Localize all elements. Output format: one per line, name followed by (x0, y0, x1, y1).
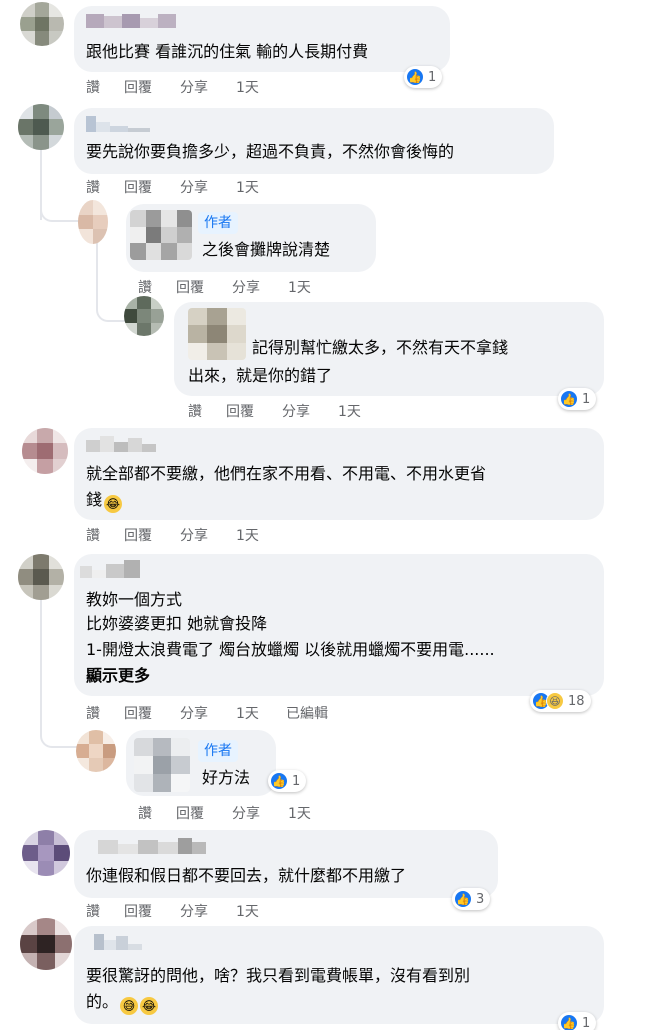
comment-text: 錢 😂 (86, 490, 123, 513)
share-action[interactable]: 分享 (180, 901, 236, 921)
thread-curve (96, 240, 126, 322)
timestamp[interactable]: 1天 (338, 401, 386, 421)
comment-text: 的。 😅 😂 (86, 992, 159, 1015)
haha-icon: 😆 (546, 692, 564, 710)
like-icon: 👍 (270, 772, 288, 790)
avatar[interactable] (22, 428, 68, 474)
reply-action[interactable]: 回覆 (124, 901, 180, 921)
timestamp[interactable]: 1天 (288, 803, 336, 823)
reply-action[interactable]: 回覆 (226, 401, 282, 421)
reaction-summary[interactable]: 👍 1 (404, 66, 443, 88)
reply-text: 之後會攤牌說清楚 (202, 240, 331, 259)
avatar[interactable] (124, 296, 164, 336)
author-badge: 作者 (198, 212, 238, 234)
author-badge: 作者 (198, 740, 238, 762)
share-action[interactable]: 分享 (180, 177, 236, 197)
timestamp[interactable]: 1天 (236, 525, 284, 545)
see-more-link[interactable]: 顯示更多 (86, 664, 150, 688)
avatar[interactable] (76, 730, 116, 772)
avatar[interactable] (20, 2, 64, 46)
comment-text: 教妳一個方式 (86, 590, 183, 609)
like-icon: 👍 (560, 390, 578, 408)
avatar[interactable] (22, 830, 70, 876)
reply-text: 好方法 (202, 768, 251, 787)
like-action[interactable]: 讚 (86, 525, 124, 545)
avatar[interactable] (20, 918, 72, 970)
comment-text: 1-開燈太浪費電了 燭台放蠟燭 以後就用蠟燭不要用電...... (86, 640, 495, 659)
commenter-name-blur[interactable] (130, 210, 192, 260)
reaction-summary[interactable]: 👍 1 (558, 388, 597, 410)
commenter-name-blur[interactable] (188, 308, 246, 360)
commenter-name-blur[interactable] (134, 738, 190, 792)
avatar[interactable] (18, 554, 64, 600)
share-action[interactable]: 分享 (232, 277, 288, 297)
timestamp[interactable]: 1天 (236, 703, 286, 723)
reply-actions: 讚 回覆 分享 1天 (188, 402, 386, 420)
like-icon: 👍 (406, 68, 424, 86)
comment-text: 你連假和假日都不要回去，就什麼都不用繳了 (86, 866, 407, 885)
timestamp[interactable]: 1天 (236, 77, 284, 97)
reaction-summary[interactable]: 👍 1 (268, 770, 307, 792)
like-action[interactable]: 讚 (86, 703, 124, 723)
reply-action[interactable]: 回覆 (124, 177, 180, 197)
reply-text: 出來，就是你的錯了 (188, 366, 333, 385)
timestamp[interactable]: 1天 (236, 901, 284, 921)
share-action[interactable]: 分享 (180, 703, 236, 723)
like-action[interactable]: 讚 (138, 277, 176, 297)
reaction-summary[interactable]: 👍 😆 18 (530, 690, 591, 712)
commenter-name[interactable] (94, 934, 142, 950)
reply-actions: 讚 回覆 分享 1天 (138, 278, 336, 296)
edited-label[interactable]: 已編輯 (286, 703, 328, 723)
comment-text: 就全部都不要繳，他們在家不用看、不用電、不用水更省 (86, 464, 487, 483)
share-action[interactable]: 分享 (232, 803, 288, 823)
comment-actions: 讚 回覆 分享 1天 (86, 78, 284, 96)
grin-emoji: 😂 (140, 997, 159, 1015)
comment-actions: 讚 回覆 分享 1天 (86, 526, 284, 544)
comment-text: 要先說你要負擔多少，超過不負責，不然你會後悔的 (86, 142, 455, 161)
reply-action[interactable]: 回覆 (176, 803, 232, 823)
commenter-name[interactable] (98, 838, 206, 854)
reply-action[interactable]: 回覆 (124, 77, 180, 97)
grin-emoji: 😅 (120, 997, 139, 1015)
like-action[interactable]: 讚 (86, 901, 124, 921)
comment-actions: 讚 回覆 分享 1天 已編輯 (86, 704, 328, 722)
reply-action[interactable]: 回覆 (176, 277, 232, 297)
reply-actions: 讚 回覆 分享 1天 (138, 804, 336, 822)
share-action[interactable]: 分享 (180, 77, 236, 97)
like-action[interactable]: 讚 (138, 803, 176, 823)
comment-text: 要很驚訝的問他，啥？我只看到電費帳單，沒有看到別 (86, 966, 471, 985)
grin-emoji: 😂 (104, 495, 123, 513)
like-action[interactable]: 讚 (188, 401, 226, 421)
commenter-name[interactable] (86, 436, 156, 452)
commenter-name[interactable] (80, 560, 140, 578)
share-action[interactable]: 分享 (180, 525, 236, 545)
share-action[interactable]: 分享 (282, 401, 338, 421)
like-action[interactable]: 讚 (86, 177, 124, 197)
commenter-name[interactable] (86, 14, 176, 28)
like-action[interactable]: 讚 (86, 77, 124, 97)
reply-text: 記得別幫忙繳太多，不然有天不拿錢 (252, 338, 509, 357)
reply-action[interactable]: 回覆 (124, 525, 180, 545)
commenter-name[interactable] (86, 116, 150, 132)
timestamp[interactable]: 1天 (236, 177, 284, 197)
reaction-summary[interactable]: 👍 1 (558, 1012, 597, 1030)
comment-text: 比妳婆婆更扣 她就會投降 (86, 614, 268, 633)
timestamp[interactable]: 1天 (288, 277, 336, 297)
avatar[interactable] (18, 104, 64, 150)
reply-action[interactable]: 回覆 (124, 703, 180, 723)
like-icon: 👍 (454, 890, 472, 908)
comment-actions: 讚 回覆 分享 1天 (86, 178, 284, 196)
comment-actions: 讚 回覆 分享 1天 (86, 902, 284, 920)
avatar[interactable] (78, 200, 108, 244)
reaction-summary[interactable]: 👍 3 (452, 888, 491, 910)
like-icon: 👍 (560, 1014, 578, 1030)
comment-text: 跟他比賽 看誰沉的住氣 輸的人長期付費 (86, 42, 369, 61)
